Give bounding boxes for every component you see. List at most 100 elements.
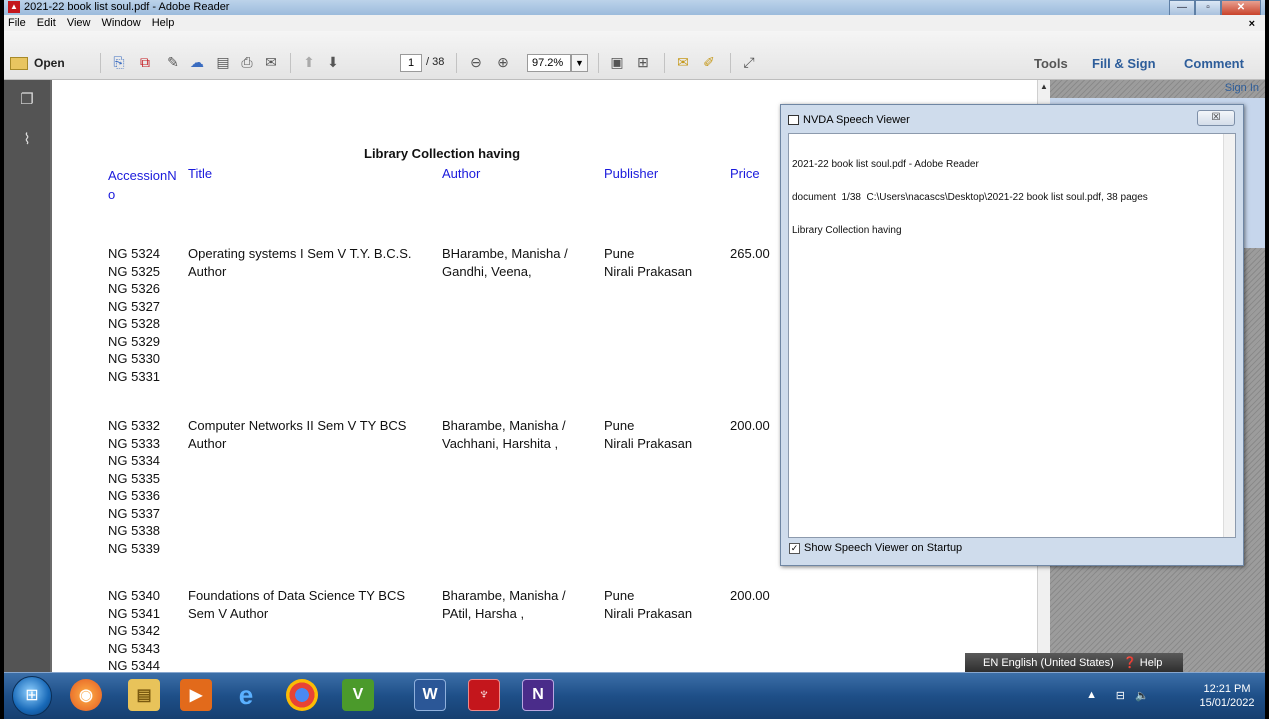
taskbar: ⊞ ◉ ▤ ▶ e V W ♆ N ▲ ⊟ 🔈 12:21 PM 15/01/2… <box>4 672 1265 719</box>
header-accession: AccessionN o <box>108 168 177 202</box>
accession-number: NG 5335 <box>108 470 161 486</box>
navigation-panel: ❐ ⌇ <box>4 80 50 690</box>
menu-window[interactable]: Window <box>98 15 145 29</box>
sign-in-link[interactable]: Sign In <box>1225 82 1259 94</box>
menu-bar: File Edit View Window Help × <box>4 15 1265 31</box>
open-label: Open <box>34 56 65 70</box>
word-icon[interactable]: W <box>414 679 446 711</box>
header-price: Price <box>730 166 760 181</box>
menu-file[interactable]: File <box>4 15 30 29</box>
book-publisher: Pune Nirali Prakasan <box>604 418 693 451</box>
open-button[interactable]: Open <box>10 53 65 73</box>
network-icon[interactable]: ⊟ <box>1116 689 1125 702</box>
clock[interactable]: 12:21 PM 15/01/2022 <box>1197 682 1257 710</box>
window-controls: — ▫ ✕ <box>1169 0 1261 16</box>
zoom-in-icon[interactable]: ⊕ <box>494 53 512 71</box>
accession-number: NG 5331 <box>108 368 161 384</box>
tab-comment[interactable]: Comment <box>1184 56 1244 71</box>
highlight-icon[interactable]: ✐ <box>700 53 718 71</box>
page-thumbnails-icon[interactable]: ❐ <box>18 90 36 110</box>
language-bar[interactable]: EN English (United States) ❓ Help <box>965 653 1183 672</box>
email-icon[interactable]: ✉ <box>262 53 280 71</box>
window-title-bar[interactable]: ▲ 2021-22 book list soul.pdf - Adobe Rea… <box>4 0 1265 16</box>
zoom-out-icon[interactable]: ⊖ <box>467 53 485 71</box>
language-label[interactable]: EN English (United States) <box>983 657 1114 669</box>
book-title: Computer Networks II Sem V TY BCS Author <box>188 418 407 451</box>
nvda-icon[interactable]: N <box>522 679 554 711</box>
accession-number: NG 5341 <box>108 605 161 621</box>
show-hidden-icons-icon[interactable]: ▲ <box>1086 689 1097 701</box>
chevron-down-icon[interactable]: ▼ <box>571 54 588 72</box>
book-price: 265.00 <box>730 246 770 261</box>
nvda-speech-viewer-window[interactable]: NVDA Speech Viewer ☒ 2021-22 book list s… <box>780 104 1244 566</box>
book-publisher: Pune Nirali Prakasan <box>604 588 693 621</box>
header-author: Author <box>442 166 481 181</box>
accession-list: NG 5324 NG 5325 NG 5326 NG 5327 NG 5328 … <box>108 245 160 385</box>
speech-output-text[interactable]: 2021-22 book list soul.pdf - Adobe Reade… <box>788 133 1236 538</box>
close-document-icon[interactable]: × <box>1245 16 1259 30</box>
create-pdf-icon[interactable]: ⎘ <box>110 53 128 71</box>
accession-number: NG 5337 <box>108 505 161 521</box>
next-page-icon[interactable]: ⬇ <box>324 53 342 71</box>
speech-line: document 1/38 C:\Users\nacascs\Desktop\2… <box>792 192 1148 203</box>
comment-icon[interactable]: ✉ <box>674 53 692 71</box>
accession-number: NG 5340 <box>108 588 161 603</box>
volume-icon[interactable]: 🔈 <box>1135 689 1149 702</box>
vim-icon[interactable]: V <box>342 679 374 711</box>
previous-page-icon[interactable]: ⬆ <box>300 53 318 71</box>
page-number-input[interactable]: 1 <box>400 54 422 72</box>
startup-option[interactable]: ✓ Show Speech Viewer on Startup <box>789 542 962 554</box>
minimize-icon[interactable]: — <box>1169 0 1195 16</box>
help-label[interactable]: Help <box>1140 657 1163 669</box>
upload-cloud-icon[interactable]: ☁ <box>188 53 206 71</box>
menu-edit[interactable]: Edit <box>33 15 60 29</box>
toolbar-separator <box>290 53 291 73</box>
acrobat-icon[interactable]: ♆ <box>468 679 500 711</box>
chrome-icon[interactable] <box>286 679 318 711</box>
edit-pdf-icon[interactable]: ✎ <box>164 53 182 71</box>
speech-scrollbar[interactable] <box>1223 134 1235 537</box>
acrobat-icon: ▲ <box>8 1 20 13</box>
nvda-window-title: NVDA Speech Viewer <box>803 114 910 126</box>
zoom-input[interactable]: 97.2% <box>527 54 571 72</box>
help-icon[interactable]: ❓ <box>1123 657 1137 669</box>
attachments-icon[interactable]: ⌇ <box>18 130 36 150</box>
accession-number: NG 5333 <box>108 435 161 451</box>
combine-files-icon[interactable]: ⧉ <box>136 53 154 71</box>
save-icon[interactable]: ▤ <box>214 53 232 71</box>
tab-tools[interactable]: Tools <box>1034 56 1068 71</box>
accession-number: NG 5327 <box>108 298 161 314</box>
full-screen-icon[interactable]: ⤢ <box>740 53 758 71</box>
start-orb[interactable]: ⊞ <box>12 676 52 716</box>
media-player-icon[interactable]: ▶ <box>180 679 212 711</box>
menu-view[interactable]: View <box>63 15 95 29</box>
toolbar-separator <box>730 53 731 73</box>
desktop-screen: ▲ 2021-22 book list soul.pdf - Adobe Rea… <box>4 0 1265 719</box>
accession-number: NG 5338 <box>108 523 161 538</box>
toolbar-separator <box>664 53 665 73</box>
file-explorer-icon[interactable]: ▤ <box>128 679 160 711</box>
scroll-up-icon[interactable]: ▲ <box>1039 82 1049 92</box>
menu-help[interactable]: Help <box>148 15 179 29</box>
show-on-startup-checkbox[interactable]: ✓ <box>789 542 800 554</box>
accession-list: NG 5332 NG 5333 NG 5334 NG 5335 NG 5336 … <box>108 417 160 557</box>
fit-width-icon[interactable]: ⊞ <box>634 53 652 71</box>
internet-explorer-icon[interactable]: e <box>230 679 262 711</box>
maximize-icon[interactable]: ▫ <box>1195 0 1221 16</box>
close-icon[interactable]: ✕ <box>1221 0 1261 16</box>
nvda-window-icon <box>788 115 799 125</box>
speech-line: 2021-22 book list soul.pdf - Adobe Reade… <box>792 159 979 170</box>
book-title: Foundations of Data Science TY BCS Sem V… <box>188 588 406 621</box>
accession-number: NG 5324 <box>108 246 161 261</box>
toolbar-separator <box>100 53 101 73</box>
clock-date: 15/01/2022 <box>1199 697 1255 709</box>
tab-fill-sign[interactable]: Fill & Sign <box>1092 56 1156 71</box>
firefox-icon[interactable]: ◉ <box>70 679 102 711</box>
fit-page-icon[interactable]: ▣ <box>608 53 626 71</box>
accession-number: NG 5342 <box>108 623 161 638</box>
accession-number: NG 5332 <box>108 418 161 433</box>
print-icon[interactable]: ⎙ <box>238 53 256 71</box>
close-icon[interactable]: ☒ <box>1197 110 1235 126</box>
accession-number: NG 5334 <box>108 453 161 468</box>
book-publisher: Pune Nirali Prakasan <box>604 246 693 279</box>
